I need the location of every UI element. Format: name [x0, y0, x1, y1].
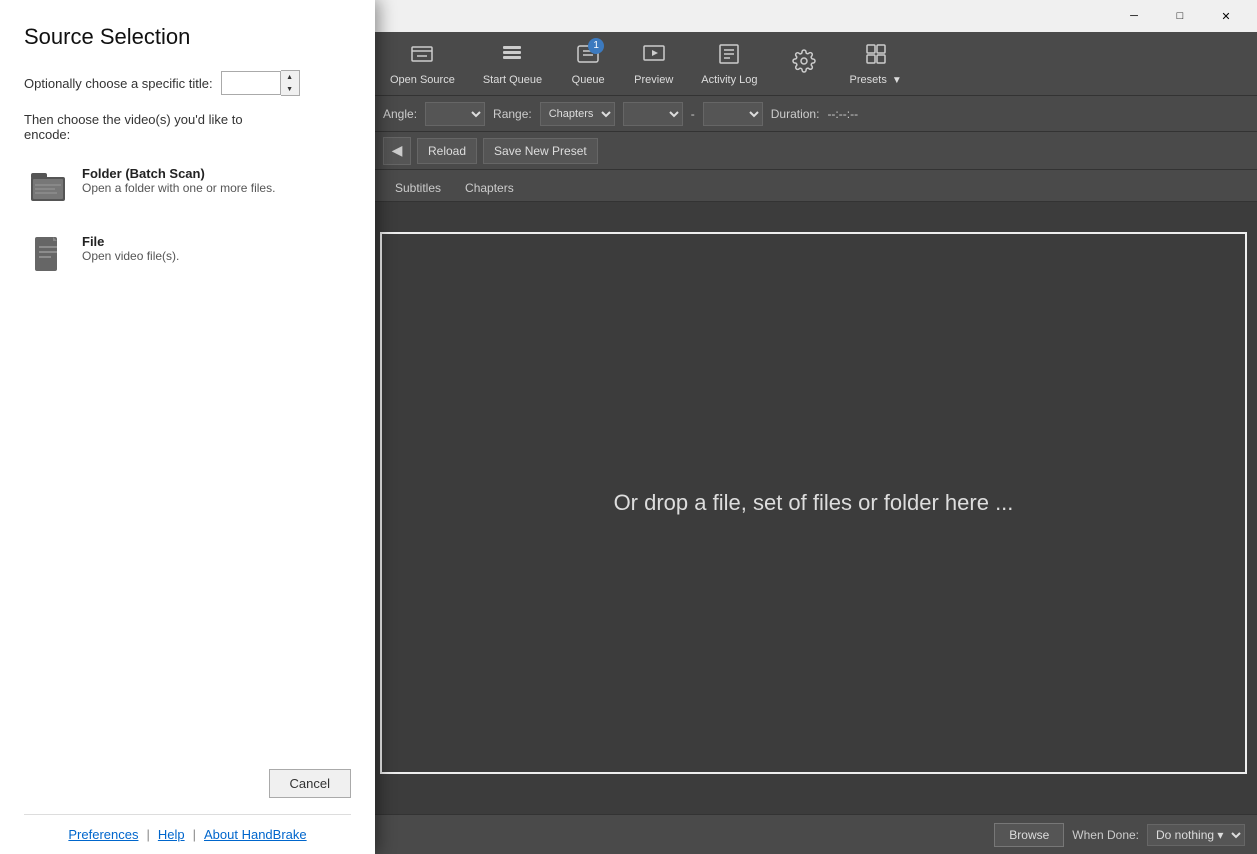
open-source-label: Open Source	[390, 74, 455, 86]
queue-button[interactable]: 1 Queue	[558, 38, 618, 90]
when-done-select[interactable]: Do nothing ▾	[1147, 824, 1245, 846]
range-label: Range:	[493, 107, 532, 121]
footer-sep-1: |	[146, 827, 149, 842]
file-option-desc: Open video file(s).	[82, 249, 179, 263]
open-source-button[interactable]: Open Source	[378, 38, 467, 90]
angle-select[interactable]	[425, 102, 485, 126]
open-source-icon	[410, 42, 434, 72]
tab-subtitles[interactable]: Subtitles	[383, 177, 453, 201]
folder-icon	[28, 166, 68, 206]
file-option-title: File	[82, 234, 179, 249]
file-option[interactable]: File Open video file(s).	[24, 230, 351, 278]
choose-text: Then choose the video(s) you'd like toen…	[24, 112, 351, 142]
dialog-footer: Preferences | Help | About HandBrake	[24, 814, 351, 854]
cancel-button[interactable]: Cancel	[269, 769, 351, 798]
title-chooser-label: Optionally choose a specific title:	[24, 76, 213, 91]
preferences-link[interactable]: Preferences	[68, 827, 138, 842]
queue-label: Queue	[572, 74, 605, 86]
angle-label: Angle:	[383, 107, 417, 121]
help-link[interactable]: Help	[158, 827, 185, 842]
duration-label: Duration:	[771, 107, 820, 121]
source-dialog: Source Selection Optionally choose a spe…	[0, 0, 375, 854]
title-spinner: ▲ ▼	[221, 70, 300, 96]
minimize-button[interactable]: ─	[1111, 0, 1157, 32]
spinner-up-button[interactable]: ▲	[281, 71, 299, 83]
cancel-row: Cancel	[24, 753, 351, 814]
title-chooser-row: Optionally choose a specific title: ▲ ▼	[24, 70, 351, 96]
drop-zone-text: Or drop a file, set of files or folder h…	[614, 490, 1014, 516]
preview-icon	[642, 42, 666, 72]
folder-option-desc: Open a folder with one or more files.	[82, 181, 275, 195]
range-dash: -	[691, 107, 695, 121]
activity-log-button[interactable]: Activity Log	[689, 38, 769, 90]
spinner-buttons: ▲ ▼	[281, 70, 300, 96]
close-button[interactable]: ✕	[1203, 0, 1249, 32]
activity-log-label: Activity Log	[701, 74, 757, 86]
presets-arrow-icon: ▼	[892, 75, 902, 86]
activity-log-icon	[717, 42, 741, 72]
secondary-row: Angle: Range: Chapters - Duration: --:--…	[375, 96, 1257, 132]
settings-button[interactable]	[774, 38, 834, 90]
queue-icon: 1	[576, 42, 600, 72]
tabs-row: Subtitles Chapters	[375, 170, 1257, 202]
save-preset-button[interactable]: Save New Preset	[483, 138, 598, 164]
preview-button[interactable]: Preview	[622, 38, 685, 90]
duration-value: --:--:--	[827, 107, 858, 121]
buttons-row: ◀ Reload Save New Preset	[375, 132, 1257, 170]
drop-zone[interactable]: Or drop a file, set of files or folder h…	[380, 232, 1247, 774]
maximize-button[interactable]: □	[1157, 0, 1203, 32]
start-queue-icon	[500, 42, 524, 72]
folder-option-text: Folder (Batch Scan) Open a folder with o…	[82, 166, 275, 195]
presets-icon	[864, 42, 888, 72]
presets-button[interactable]: Presets ▼	[838, 38, 914, 90]
file-option-text: File Open video file(s).	[82, 234, 179, 263]
preview-label: Preview	[634, 74, 673, 86]
start-queue-label: Start Queue	[483, 74, 542, 86]
settings-icon	[792, 49, 816, 79]
reload-button[interactable]: Reload	[417, 138, 477, 164]
browse-button[interactable]: Browse	[994, 823, 1064, 847]
folder-option-title: Folder (Batch Scan)	[82, 166, 275, 181]
presets-label: Presets ▼	[850, 74, 902, 86]
queue-badge: 1	[588, 38, 604, 54]
title-input[interactable]	[221, 71, 281, 95]
back-button[interactable]: ◀	[383, 137, 411, 165]
dialog-title: Source Selection	[24, 24, 351, 50]
start-queue-button[interactable]: Start Queue	[471, 38, 554, 90]
when-done-label: When Done:	[1072, 828, 1139, 842]
range-select[interactable]: Chapters	[540, 102, 615, 126]
about-link[interactable]: About HandBrake	[204, 827, 307, 842]
folder-option[interactable]: Folder (Batch Scan) Open a folder with o…	[24, 162, 351, 210]
spinner-down-button[interactable]: ▼	[281, 83, 299, 95]
footer-sep-2: |	[193, 827, 196, 842]
window-controls: ─ □ ✕	[1111, 0, 1249, 32]
range-start-select[interactable]	[623, 102, 683, 126]
range-end-select[interactable]	[703, 102, 763, 126]
tab-chapters[interactable]: Chapters	[453, 177, 526, 201]
file-icon	[28, 234, 68, 274]
